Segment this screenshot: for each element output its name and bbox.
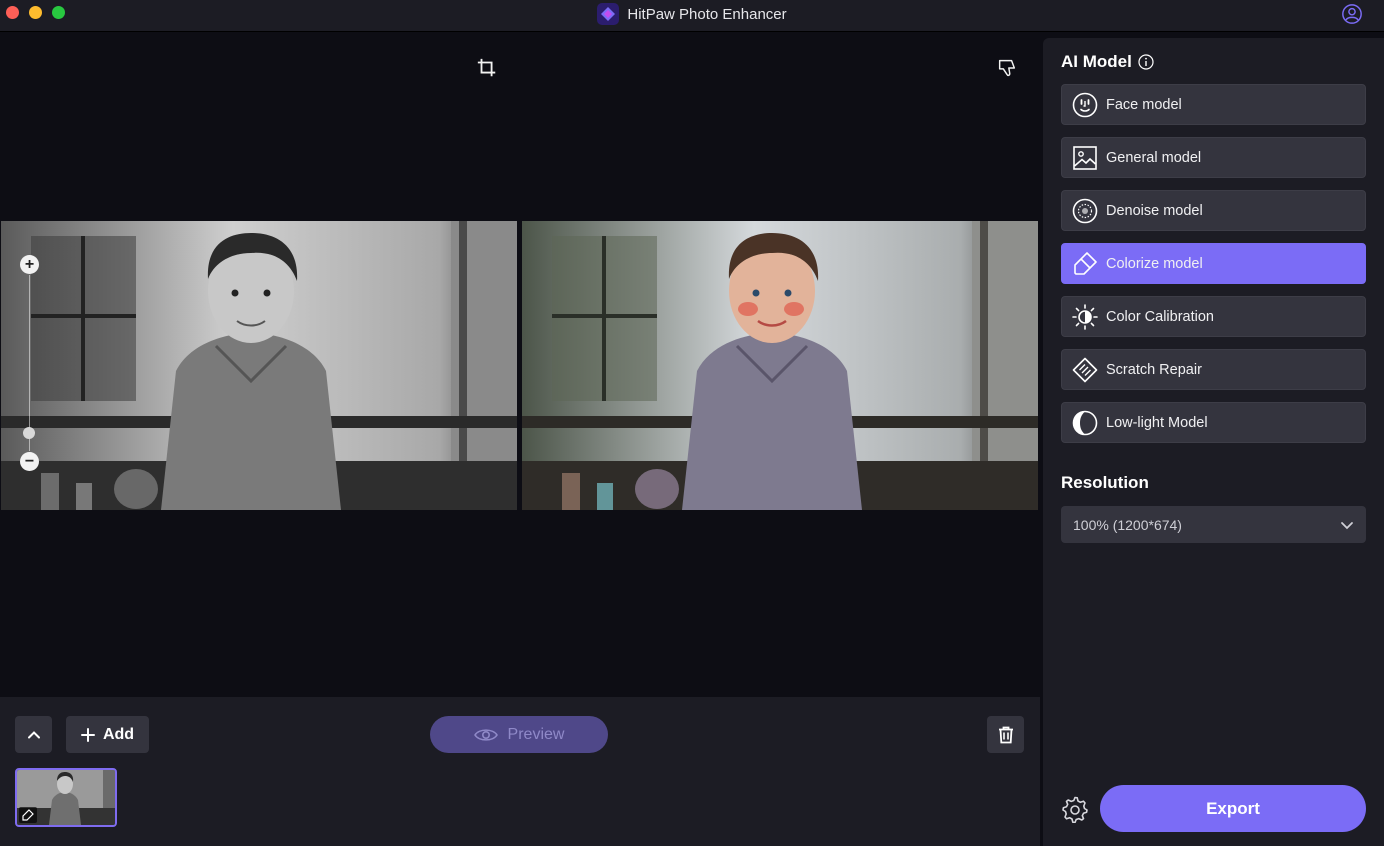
zoom-out-button[interactable]: − bbox=[20, 452, 39, 471]
scratch-repair-icon bbox=[1072, 357, 1098, 382]
resolution-heading: Resolution bbox=[1061, 473, 1149, 492]
general-model-button[interactable]: General model bbox=[1061, 137, 1366, 178]
model-list: Face model General model Denoise model C… bbox=[1061, 84, 1366, 455]
add-label: Add bbox=[102, 725, 135, 743]
preview-button[interactable]: Preview bbox=[430, 716, 608, 753]
colorize-model-button[interactable]: Colorize model bbox=[1061, 243, 1366, 284]
denoise-model-button[interactable]: Denoise model bbox=[1061, 190, 1366, 231]
export-button[interactable]: Export bbox=[1100, 785, 1366, 832]
resolution-select[interactable]: 100% (1200*674) bbox=[1061, 506, 1366, 543]
resolution-value: 100% (1200*674) bbox=[1073, 516, 1182, 533]
chevron-up-icon bbox=[27, 730, 40, 738]
color-calibration-button[interactable]: Color Calibration bbox=[1061, 296, 1366, 337]
original-photo bbox=[1, 221, 517, 510]
thumbs-down-feedback-icon[interactable] bbox=[996, 57, 1018, 79]
half-moon-icon bbox=[1072, 410, 1098, 435]
collapse-thumbnails-button[interactable] bbox=[15, 716, 52, 753]
zoom-slider-handle[interactable] bbox=[23, 427, 35, 439]
window-title: HitPaw Photo Enhancer bbox=[0, 0, 1384, 28]
chevron-down-icon bbox=[1341, 521, 1353, 529]
general-model-label: General model bbox=[1106, 149, 1202, 166]
window-title-text: HitPaw Photo Enhancer bbox=[627, 5, 787, 23]
colorize-brush-icon bbox=[1074, 251, 1097, 275]
image-thumbnail[interactable] bbox=[15, 768, 117, 827]
plus-icon bbox=[80, 727, 95, 742]
image-icon bbox=[1073, 145, 1097, 170]
gear-icon[interactable] bbox=[1061, 795, 1089, 823]
crop-icon[interactable] bbox=[476, 57, 498, 79]
face-icon bbox=[1072, 92, 1098, 117]
info-icon[interactable] bbox=[1138, 54, 1154, 70]
colorize-badge bbox=[19, 807, 37, 823]
preview-label: Preview bbox=[507, 725, 565, 743]
face-model-label: Face model bbox=[1106, 96, 1182, 113]
ai-model-title: AI Model bbox=[1061, 52, 1132, 71]
scratch-repair-label: Scratch Repair bbox=[1106, 361, 1202, 378]
scratch-repair-button[interactable]: Scratch Repair bbox=[1061, 349, 1366, 390]
colorized-photo bbox=[522, 221, 1038, 510]
ai-model-heading: AI Model bbox=[1061, 52, 1154, 72]
user-account-icon[interactable] bbox=[1341, 3, 1363, 25]
sun-icon bbox=[1072, 303, 1098, 330]
bottom-toolbar: Add Preview bbox=[0, 697, 1040, 846]
app-logo-icon bbox=[597, 3, 620, 25]
zoom-in-button[interactable]: + bbox=[20, 255, 39, 274]
low-light-model-label: Low-light Model bbox=[1106, 414, 1208, 431]
preview-canvas: + − bbox=[0, 33, 1040, 697]
denoise-model-label: Denoise model bbox=[1106, 202, 1203, 219]
low-light-model-button[interactable]: Low-light Model bbox=[1061, 402, 1366, 443]
settings-panel: AI Model Face model General model Denois… bbox=[1043, 38, 1384, 846]
add-image-button[interactable]: Add bbox=[66, 716, 149, 753]
trash-icon bbox=[998, 726, 1013, 743]
eye-icon bbox=[473, 728, 498, 741]
delete-button[interactable] bbox=[987, 716, 1024, 753]
zoom-slider-track[interactable] bbox=[29, 275, 30, 451]
colorize-brush-icon bbox=[22, 809, 34, 821]
color-calibration-label: Color Calibration bbox=[1106, 308, 1214, 325]
colorize-model-label: Colorize model bbox=[1106, 255, 1203, 272]
title-bar: HitPaw Photo Enhancer bbox=[0, 0, 1384, 32]
denoise-icon bbox=[1072, 198, 1098, 223]
face-model-button[interactable]: Face model bbox=[1061, 84, 1366, 125]
